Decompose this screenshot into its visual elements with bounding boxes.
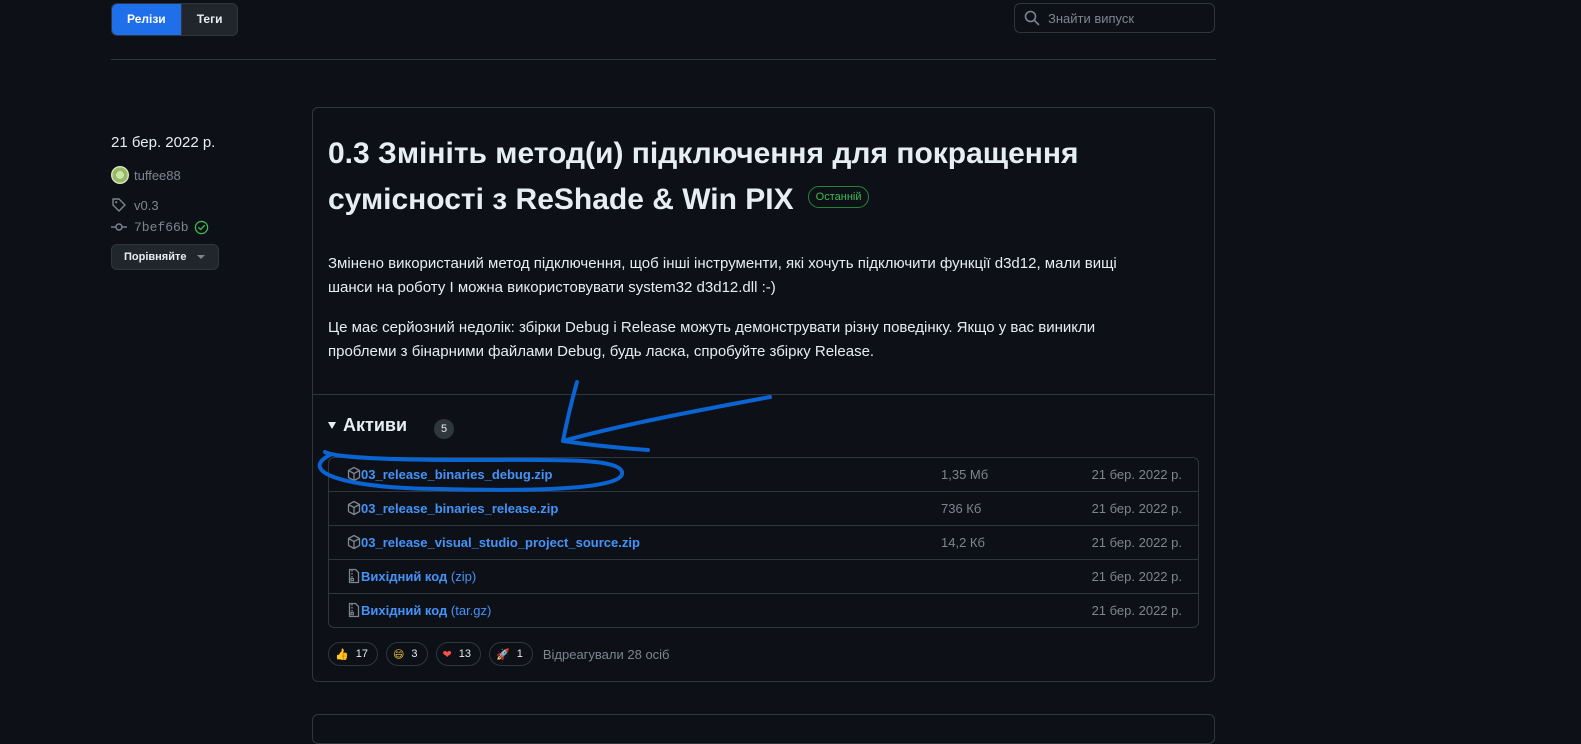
reaction-count: 17 [355, 648, 368, 660]
reaction-count: 3 [411, 648, 418, 660]
asset-size: 1,35 Мб [941, 467, 989, 482]
release-title[interactable]: 0.3 Змініть метод(и) підключення для пок… [328, 131, 1148, 223]
release-body-paragraph: Змінено використаний метод підключення, … [328, 255, 1117, 296]
asset-link[interactable]: 03_release_binaries_debug.zip [361, 467, 552, 482]
author-name[interactable]: tuffee88 [134, 168, 181, 183]
reactions-bar: 👍 17 😄 3 ❤ 13 🚀 1 Відреагували 28 осіб [328, 642, 670, 666]
asset-size: 14,2 Кб [941, 535, 985, 550]
package-icon [347, 500, 361, 516]
release-title-text[interactable]: 0.3 Змініть метод(и) підключення для пок… [328, 137, 1079, 216]
reaction-rocket[interactable]: 🚀 1 [489, 642, 533, 666]
asset-date: 21 бер. 2022 р. [1091, 535, 1182, 550]
asset-row: 03_release_visual_studio_project_source.… [329, 525, 1198, 559]
release-author[interactable]: tuffee88 [111, 166, 181, 184]
verified-check-icon [194, 220, 208, 234]
asset-row: Вихідний код (tar.gz) 21 бер. 2022 р. [329, 593, 1198, 627]
asset-date: 21 бер. 2022 р. [1091, 501, 1182, 516]
package-icon [347, 534, 361, 550]
asset-name[interactable]: 03_release_binaries_debug.zip [361, 467, 552, 482]
compare-button[interactable]: Порівняйте [111, 244, 219, 270]
reaction-count: 13 [458, 648, 472, 660]
tag-icon [112, 198, 126, 212]
asset-link[interactable]: Вихідний код (zip) [361, 569, 476, 584]
chevron-down-icon [196, 255, 205, 259]
release-tabs: Релізи Теги [111, 3, 239, 36]
search-input[interactable] [1046, 9, 1210, 27]
assets-list: 03_release_binaries_debug.zip 1,35 Мб 21… [328, 457, 1199, 628]
file-zip-icon [348, 568, 360, 584]
asset-row: 03_release_binaries_release.zip 736 Кб 2… [329, 491, 1198, 525]
assets-toggle[interactable]: Активи [328, 415, 407, 436]
release-tag[interactable]: v0.3 [111, 197, 159, 213]
compare-label: Порівняйте [124, 251, 187, 263]
latest-badge: Останній [807, 186, 870, 209]
search-icon [1024, 10, 1040, 26]
next-release-card [312, 714, 1215, 744]
asset-link[interactable]: Вихідний код (tar.gz) [361, 603, 491, 618]
tab-releases[interactable]: Релізи [112, 4, 181, 35]
reaction-thumbs-up[interactable]: 👍 17 [328, 642, 378, 666]
card-divider [313, 394, 1214, 395]
asset-suffix[interactable]: (tar.gz) [447, 603, 491, 618]
reaction-heart[interactable]: ❤ 13 [435, 642, 482, 666]
triangle-down-icon [328, 422, 336, 429]
asset-name[interactable]: 03_release_visual_studio_project_source.… [361, 535, 640, 550]
release-date: 21 бер. 2022 р. [111, 134, 216, 151]
asset-name[interactable]: 03_release_binaries_release.zip [361, 501, 558, 516]
thumbs-up-icon: 👍 [335, 648, 349, 661]
asset-suffix[interactable]: (zip) [447, 569, 476, 584]
reaction-count: 1 [516, 648, 523, 660]
heart-icon: ❤ [442, 648, 452, 661]
divider [111, 59, 1216, 60]
tag-label[interactable]: v0.3 [134, 198, 159, 213]
release-body-paragraph: Це має серйозний недолік: збірки Debug і… [328, 319, 1096, 360]
asset-link[interactable]: 03_release_binaries_release.zip [361, 501, 558, 516]
asset-date: 21 бер. 2022 р. [1091, 467, 1182, 482]
asset-row: 03_release_binaries_debug.zip 1,35 Мб 21… [329, 458, 1198, 491]
package-icon [347, 466, 361, 482]
asset-name[interactable]: Вихідний код [361, 569, 447, 584]
asset-row: Вихідний код (zip) 21 бер. 2022 р. [329, 559, 1198, 593]
file-zip-icon [348, 602, 360, 618]
commit-icon [111, 223, 127, 231]
assets-heading: Активи [343, 415, 408, 435]
asset-link[interactable]: 03_release_visual_studio_project_source.… [361, 535, 640, 550]
commit-hash[interactable]: 7bef66b [134, 220, 189, 235]
reactions-summary: Відреагували 28 осіб [542, 646, 670, 662]
avatar[interactable] [111, 166, 129, 184]
reaction-laugh[interactable]: 😄 3 [385, 642, 428, 666]
search-box[interactable] [1014, 3, 1215, 33]
tab-tags[interactable]: Теги [180, 4, 238, 35]
asset-name[interactable]: Вихідний код [361, 603, 447, 618]
asset-date: 21 бер. 2022 р. [1091, 603, 1182, 618]
laugh-icon: 😄 [392, 648, 405, 661]
assets-count-badge: 5 [434, 419, 454, 439]
release-commit[interactable]: 7bef66b [111, 219, 209, 235]
asset-size: 736 Кб [941, 501, 982, 516]
rocket-icon: 🚀 [496, 648, 510, 661]
asset-date: 21 бер. 2022 р. [1091, 569, 1182, 584]
